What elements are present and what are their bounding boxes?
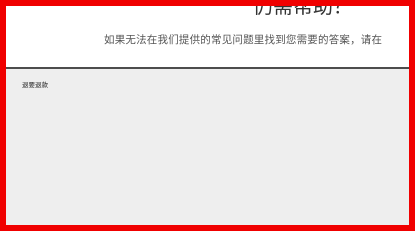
refund-label: 退要退款 <box>22 81 48 89</box>
help-title: 仍需帮助？ <box>253 6 353 18</box>
content-panel: 退要退款 <box>6 69 409 225</box>
help-section: 仍需帮助？ 如果无法在我们提供的常见问题里找到您需要的答案，请在 <box>6 6 409 67</box>
help-description: 如果无法在我们提供的常见问题里找到您需要的答案，请在 <box>104 34 383 46</box>
screenshot-frame: 仍需帮助？ 如果无法在我们提供的常见问题里找到您需要的答案，请在 退要退款 <box>0 0 415 231</box>
